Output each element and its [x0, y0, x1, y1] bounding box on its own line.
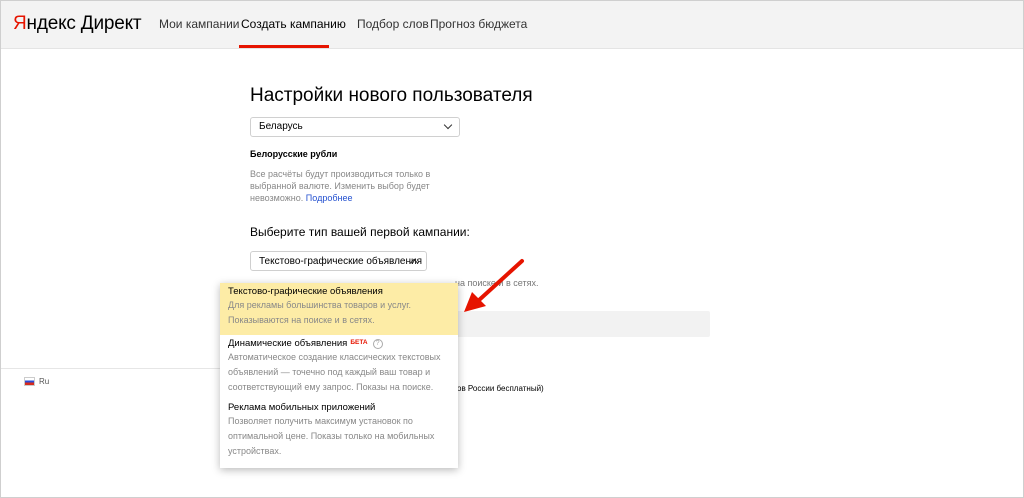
option-dynamic-ads[interactable]: Динамические объявления БЕТА? Автоматичес… — [220, 335, 458, 401]
campaign-type-dropdown: Текстово-графические объявления Для рекл… — [220, 283, 458, 468]
option-desc-line: соответствующий ему запрос. Показы на по… — [228, 382, 434, 392]
campaign-type-select[interactable]: Текстово-графические объявления — [250, 251, 427, 271]
annotation-arrow-icon — [464, 259, 524, 312]
more-info-link[interactable]: Подробнее — [306, 193, 353, 203]
active-tab-indicator — [239, 45, 329, 48]
russia-flag-icon — [24, 377, 35, 387]
campaign-type-heading: Выберите тип вашей первой кампании: — [250, 225, 470, 239]
country-select[interactable]: Беларусь — [250, 117, 460, 137]
option-desc-line: объявлений — точечно под каждый ваш това… — [228, 367, 431, 377]
language-switcher[interactable]: Ru — [24, 377, 49, 387]
beta-badge: БЕТА — [350, 339, 368, 346]
nav-budget-forecast[interactable]: Прогноз бюджета — [430, 17, 527, 31]
option-desc-line: оптимальной цене. Показы только на мобил… — [228, 431, 435, 441]
option-desc-line: Для рекламы большинства товаров и услуг. — [228, 300, 411, 310]
help-icon[interactable]: ? — [372, 339, 383, 349]
country-select-value: Беларусь — [259, 121, 303, 132]
chevron-down-icon — [443, 120, 453, 130]
footer-divider — [1, 368, 221, 369]
option-title: Текстово-графические объявления — [228, 286, 383, 297]
option-desc-line: устройствах. — [228, 446, 282, 456]
currency-label: Белорусские рубли — [250, 149, 338, 159]
footer-text: ов России бесплатный) — [457, 384, 544, 393]
page-title: Настройки нового пользователя — [250, 85, 533, 106]
option-mobile-app-ads[interactable]: Реклама мобильных приложений Позволяет п… — [220, 401, 458, 467]
option-title: Динамические объявления БЕТА? — [228, 337, 458, 350]
currency-note: Все расчёты будут производиться только в… — [250, 169, 431, 203]
nav-create-campaign[interactable]: Создать кампанию — [241, 17, 346, 31]
option-desc-line: Автоматическое создание классических тек… — [228, 352, 441, 362]
option-text-image-ads[interactable]: Текстово-графические объявления Для рекл… — [220, 283, 458, 335]
top-header: Яндекс Директ Мои кампании Создать кампа… — [1, 1, 1023, 49]
nav-keyword-planner[interactable]: Подбор слов — [357, 17, 429, 31]
yandex-direct-logo[interactable]: Яндекс Директ — [13, 13, 142, 35]
option-desc-line: Позволяет получить максимум установок по — [228, 416, 413, 426]
option-desc-line: Показываются на поиске и в сетях. — [228, 315, 375, 325]
nav-my-campaigns[interactable]: Мои кампании — [159, 17, 239, 31]
campaign-type-value: Текстово-графические объявления — [259, 256, 422, 267]
option-title: Реклама мобильных приложений — [228, 402, 376, 413]
